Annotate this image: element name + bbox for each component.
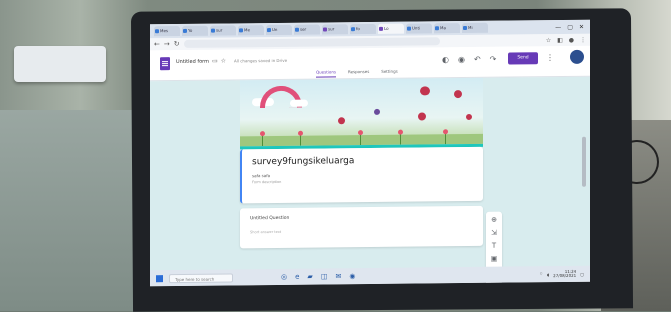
cloud	[290, 99, 308, 107]
extension-icon[interactable]: ◧	[557, 36, 563, 43]
doc-action-icons: ▭☆	[212, 57, 229, 64]
browser-tab[interactable]: Yo	[182, 25, 208, 36]
back-icon[interactable]: ←	[154, 40, 160, 48]
header-image	[240, 77, 483, 147]
import-questions-icon[interactable]: ⇲	[491, 229, 497, 238]
ladybug	[418, 112, 426, 121]
tab-settings[interactable]: Settings	[381, 69, 397, 77]
ladybug	[420, 86, 430, 96]
ladybug	[466, 113, 472, 120]
reload-icon[interactable]: ↻	[174, 40, 180, 48]
browser-tab[interactable]: ser	[294, 24, 320, 35]
avatar[interactable]	[570, 49, 584, 64]
flower	[358, 130, 363, 136]
browser-tab[interactable]: sur	[322, 24, 348, 35]
network-icon[interactable]: ⌔	[539, 271, 543, 277]
add-title-icon[interactable]: T	[492, 242, 496, 251]
store-icon[interactable]: ◫	[321, 272, 328, 280]
edge-icon[interactable]: e	[295, 273, 299, 281]
browser-tab[interactable]: Unti	[406, 23, 432, 34]
undo-icon[interactable]: ↶	[474, 55, 481, 64]
tab-responses[interactable]: Responses	[348, 69, 369, 77]
folder-icon[interactable]: ▭	[212, 58, 221, 65]
browser-tab[interactable]: Me	[238, 25, 264, 36]
form-title-card[interactable]: survey9fungsikeluarga safa safa Form des…	[240, 146, 483, 204]
mail-icon[interactable]: ✉	[335, 272, 341, 280]
close-button[interactable]: ✕	[579, 23, 584, 30]
star-icon[interactable]: ☆	[221, 57, 229, 64]
browser-tab-active[interactable]: Lo	[378, 23, 404, 34]
palette-icon[interactable]: ◐	[442, 55, 449, 64]
forward-icon[interactable]: →	[164, 40, 170, 48]
form-title[interactable]: survey9fungsikeluarga	[252, 156, 354, 167]
volume-icon[interactable]: ◖	[547, 272, 549, 277]
flower	[398, 129, 403, 135]
chrome-icon[interactable]: ◉	[349, 272, 355, 280]
minimize-button[interactable]: —	[555, 23, 561, 30]
preview-icon[interactable]: ◉	[458, 55, 465, 64]
browser-tab[interactable]: Un	[266, 24, 292, 36]
browser-tab[interactable]: Ma	[434, 23, 460, 34]
doc-title[interactable]: Untitled form	[176, 59, 209, 65]
folder-icon[interactable]: ▰	[307, 273, 312, 281]
question-card[interactable]: Untitled Question Short answer text	[240, 205, 483, 249]
clock[interactable]: 11:24 27/08/2021	[553, 269, 577, 279]
notification-icon[interactable]: ▢	[580, 271, 584, 276]
form-tabs: Questions Responses Settings	[316, 69, 398, 78]
maximize-button[interactable]: ▢	[567, 23, 573, 30]
url-field[interactable]	[183, 37, 440, 48]
form-description[interactable]: Form description	[252, 180, 281, 184]
save-status: All changes saved in Drive	[234, 57, 288, 64]
add-question-icon[interactable]: ⊕	[491, 216, 497, 225]
redo-icon[interactable]: ↷	[490, 55, 497, 64]
more-options-icon[interactable]: ⋮	[546, 53, 554, 62]
profile-icon[interactable]: ●	[569, 36, 574, 43]
scrollbar[interactable]	[582, 136, 586, 187]
address-bar-icons: ☆ ◧ ● ⋮	[546, 36, 586, 43]
forms-header: Untitled form ▭☆ All changes saved in Dr…	[150, 45, 590, 82]
flower	[260, 131, 265, 137]
star-icon[interactable]: ☆	[546, 37, 551, 44]
task-view-icon[interactable]: ◎	[281, 273, 287, 281]
tab-questions[interactable]: Questions	[316, 69, 336, 78]
system-tray: ⌔ ◖ 11:24 27/08/2021 ▢	[539, 269, 590, 279]
header-icons: ◐ ◉ ↶ ↷	[442, 55, 496, 65]
desk-left	[0, 110, 150, 311]
clock-date: 27/08/2021	[553, 272, 577, 279]
browser-tab[interactable]: Mi	[462, 22, 488, 34]
taskbar-search[interactable]: Type here to search	[169, 272, 233, 283]
browser-tab[interactable]: sur	[210, 25, 236, 36]
send-button[interactable]: Send	[508, 52, 538, 65]
form-subtitle[interactable]: safa safa	[252, 173, 270, 178]
flower	[443, 129, 448, 135]
flower	[298, 130, 303, 136]
short-answer-placeholder: Short answer text	[250, 229, 282, 235]
browser-tab[interactable]: Mes	[154, 25, 180, 37]
taskbar-apps: ◎ e ▰ ◫ ✉ ◉	[281, 272, 355, 281]
start-button[interactable]	[156, 274, 163, 282]
question-label[interactable]: Untitled Question	[250, 216, 289, 221]
menu-icon[interactable]: ⋮	[580, 36, 586, 43]
ladybug	[454, 90, 462, 99]
window-controls: — ▢ ✕	[555, 23, 590, 30]
form-canvas: survey9fungsikeluarga safa safa Form des…	[150, 76, 590, 287]
laptop-screen: Mes Yo sur Me Un ser sur fo Lo Unti Ma M…	[150, 19, 590, 287]
ladybug	[338, 117, 345, 125]
forms-logo-icon[interactable]	[160, 57, 170, 71]
browser-tab[interactable]: fo	[350, 23, 376, 35]
bee	[374, 108, 380, 115]
printer-device	[14, 46, 106, 82]
add-image-icon[interactable]: ▣	[491, 255, 498, 264]
